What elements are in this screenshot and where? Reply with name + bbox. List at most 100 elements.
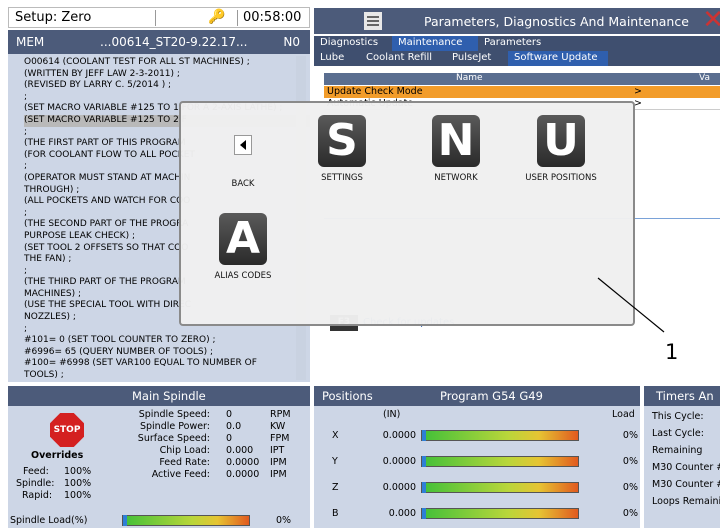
alias-codes-key-icon: A: [219, 213, 267, 265]
tab-lube[interactable]: Lube: [314, 51, 360, 66]
spindle-load-value: 0%: [276, 515, 292, 526]
tab-maintenance[interactable]: Maintenance: [392, 36, 478, 51]
load-marker: [422, 508, 426, 519]
tab-parameters[interactable]: Parameters: [478, 36, 550, 51]
spindle-stat-value: 0: [226, 433, 233, 444]
timer-row-label: Last Cycle:: [652, 428, 704, 439]
menu-item-settings[interactable]: S SETTINGS: [292, 115, 392, 183]
axis-value: 0.0000: [382, 430, 416, 441]
program-line-number: N0: [283, 35, 300, 49]
program-filename: ...00614_ST20-9.22.17...: [100, 35, 248, 49]
spindle-stat-label: Spindle Speed:: [138, 409, 210, 420]
spindle-load-bar: [122, 515, 250, 526]
axis-load-value: 0%: [622, 456, 638, 467]
axis-label: X: [332, 430, 339, 441]
override-value: 100%: [64, 478, 92, 489]
positions-unit: (IN): [383, 409, 401, 420]
menu-item-back[interactable]: BACK: [193, 135, 293, 189]
params-title-bar: Parameters, Diagnostics And Maintenance …: [314, 5, 720, 35]
callout-number: 1: [665, 340, 679, 364]
override-value: 100%: [64, 466, 92, 477]
axis-load-bar: [421, 508, 579, 519]
load-marker: [422, 430, 426, 441]
program-line[interactable]: (WRITTEN BY JEFF LAW 2-3-2011) ;: [24, 69, 310, 81]
spindle-stat-unit: IPM: [270, 469, 287, 480]
close-icon[interactable]: ✕: [702, 5, 720, 35]
column-name-header: Name: [456, 73, 483, 83]
axis-label: B: [332, 508, 339, 519]
program-line[interactable]: (REVISED BY LARRY C. 5/2014 ) ;: [24, 80, 310, 92]
positions-title: Positions: [322, 389, 373, 403]
spindle-stat-label: Chip Load:: [159, 445, 210, 456]
axis-value: 0.0000: [382, 456, 416, 467]
axis-load-value: 0%: [622, 430, 638, 441]
menu-item-label: ALIAS CODES: [214, 271, 272, 281]
overrides-title: Overrides: [31, 450, 84, 461]
spindle-stat-unit: KW: [270, 421, 286, 432]
menu-item-label: SETTINGS: [321, 173, 363, 183]
spindle-stat-unit: FPM: [270, 433, 290, 444]
program-line[interactable]: TOOLS) ;: [24, 370, 310, 382]
tab-diagnostics[interactable]: Diagnostics: [314, 36, 392, 51]
spindle-stat-label: Surface Speed:: [137, 433, 210, 444]
chevron-right-icon: >: [634, 86, 642, 97]
chevron-right-icon: >: [634, 98, 642, 109]
positions-panel-header: Positions Program G54 G49: [314, 386, 640, 406]
tab-pulsejet[interactable]: PulseJet: [446, 51, 508, 66]
timers-panel: This Cycle: Last Cycle: Remaining M30 Count…: [644, 406, 720, 528]
spindle-stat-value: 0.000: [226, 445, 254, 456]
positions-program: Program G54 G49: [440, 389, 543, 403]
override-label: Spindle:: [16, 478, 55, 489]
params-column-header: Name Va: [324, 73, 720, 85]
timer-row-label: Loops Remainir: [652, 496, 720, 507]
menu-item-network[interactable]: N NETWORK: [406, 115, 506, 183]
tab-coolant-refill[interactable]: Coolant Refill: [360, 51, 446, 66]
timer-row-label: Remaining: [652, 445, 703, 456]
timers-title: Timers An: [656, 389, 714, 403]
program-header: MEM ...00614_ST20-9.22.17... N0: [8, 30, 310, 54]
param-row[interactable]: Update Check Mode >: [324, 86, 720, 98]
spindle-panel-header: Main Spindle: [8, 386, 310, 406]
program-mode: MEM: [16, 35, 45, 49]
key-lock-icon[interactable]: 🔑: [208, 9, 225, 25]
program-line[interactable]: #100= #6998 (SET VAR100 EQUAL TO NUMBER …: [24, 358, 310, 370]
spindle-stat-unit: IPM: [270, 457, 287, 468]
menu-item-label: BACK: [231, 179, 255, 189]
spindle-stat-unit: RPM: [270, 409, 291, 420]
network-key-icon: N: [432, 115, 480, 167]
override-value: 100%: [64, 490, 92, 501]
program-line[interactable]: #6996= 65 (QUERY NUMBER OF TOOLS) ;: [24, 347, 310, 359]
spindle-load-label: Spindle Load(%): [10, 515, 88, 526]
back-arrow-icon: [234, 135, 252, 155]
timer-row-label: M30 Counter #: [652, 462, 720, 473]
spindle-stat-value: 0.0: [226, 421, 242, 432]
menu-icon[interactable]: [364, 12, 382, 30]
axis-load-value: 0%: [622, 482, 638, 493]
column-value-header: Va: [699, 73, 710, 83]
setup-mode-label: Setup: Zero: [15, 10, 92, 25]
user-positions-key-icon: U: [537, 115, 585, 167]
spindle-stat-label: Active Feed:: [151, 469, 210, 480]
menu-item-user-positions[interactable]: U USER POSITIONS: [511, 115, 611, 183]
menu-item-alias-codes[interactable]: A ALIAS CODES: [193, 213, 293, 281]
program-line[interactable]: O00614 (COOLANT TEST FOR ALL ST MACHINES…: [24, 57, 310, 69]
menu-item-label: USER POSITIONS: [525, 173, 597, 183]
axis-load-bar: [421, 430, 579, 441]
axis-load-bar: [421, 456, 579, 467]
override-label: Rapid:: [22, 490, 53, 501]
divider: [155, 10, 156, 26]
params-main-tabs: Diagnostics Maintenance Parameters: [314, 36, 720, 51]
spindle-stat-label: Feed Rate:: [159, 457, 210, 468]
spindle-stat-value: 0: [226, 409, 233, 420]
axis-load-value: 0%: [622, 508, 638, 519]
tab-software-update[interactable]: Software Update: [508, 51, 608, 66]
params-title: Parameters, Diagnostics And Maintenance: [424, 14, 689, 29]
load-marker: [123, 515, 127, 526]
load-marker: [422, 456, 426, 467]
program-line[interactable]: #101= 0 (SET TOOL COUNTER TO ZERO) ;: [24, 335, 310, 347]
override-label: Feed:: [23, 466, 49, 477]
spindle-stat-unit: IPT: [270, 445, 285, 456]
stop-icon: STOP: [50, 413, 84, 447]
spindle-stat-value: 0.0000: [226, 469, 260, 480]
spindle-stat-value: 0.0000: [226, 457, 260, 468]
